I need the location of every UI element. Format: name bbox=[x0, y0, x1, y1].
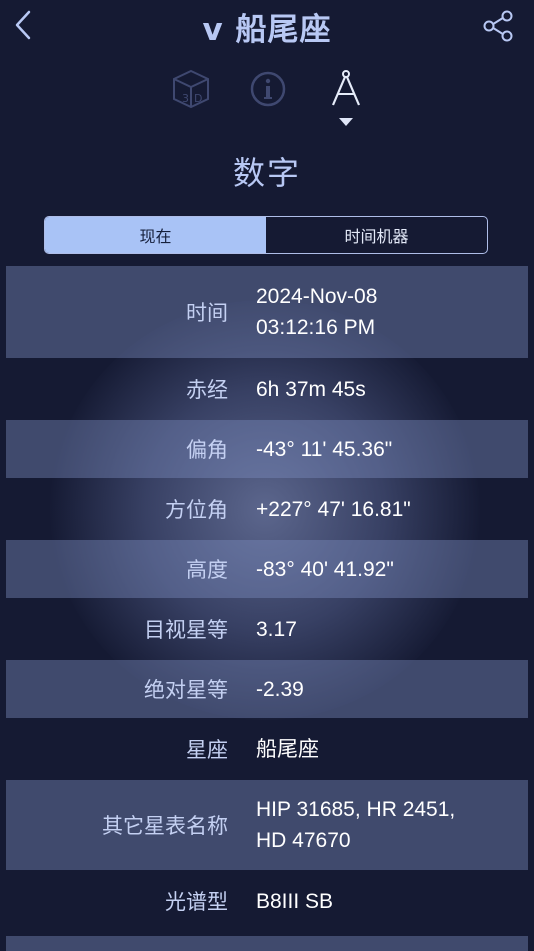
row-label: 目视星等 bbox=[144, 618, 228, 642]
row-value-line: 03:12:16 PM bbox=[256, 316, 376, 339]
row-value-line: 2024-Nov-08 bbox=[256, 285, 378, 308]
row-label: 偏角 bbox=[186, 438, 228, 462]
compass-icon bbox=[331, 70, 361, 106]
row-value: -43° 11' 45.36" bbox=[256, 434, 528, 465]
row-value: -2.39 bbox=[256, 674, 528, 705]
row-value-line: 船尾座 bbox=[256, 737, 319, 761]
header-bar: v 船尾座 bbox=[0, 0, 534, 52]
share-button[interactable] bbox=[480, 8, 516, 44]
row-value-line: 3.17 bbox=[256, 617, 297, 641]
row-value-line: +227° 47' 16.81" bbox=[256, 497, 411, 521]
row-value-line: 6h 37m 45s bbox=[256, 377, 366, 401]
row-value-line: HD 47670 bbox=[256, 829, 351, 852]
row-value-line: -2.39 bbox=[256, 677, 304, 701]
row-value: 船尾座 bbox=[256, 734, 528, 765]
row-label: 绝对星等 bbox=[144, 678, 228, 702]
mode-3d-button[interactable]: 3 D bbox=[168, 66, 214, 112]
row-label: 其它星表名称 bbox=[102, 814, 228, 838]
page-title: v 船尾座 bbox=[202, 12, 332, 48]
table-row: 高度 -83° 40' 41.92" bbox=[6, 540, 528, 598]
row-value-line: B8III SB bbox=[256, 889, 334, 913]
table-row: 方位角 +227° 47' 16.81" bbox=[6, 480, 528, 538]
table-row: 绝对星等 -2.39 bbox=[6, 660, 528, 718]
tab-now[interactable]: 现在 bbox=[45, 217, 266, 253]
time-mode-segmented-control: 现在 时间机器 bbox=[44, 216, 488, 254]
data-table: 时间 2024-Nov-08 03:12:16 PM 赤经 6h 37m 45s… bbox=[6, 266, 528, 930]
row-value: +227° 47' 16.81" bbox=[256, 494, 528, 525]
row-value: 3.17 bbox=[256, 614, 528, 645]
view-mode-bar: 3 D bbox=[0, 66, 534, 130]
row-label: 时间 bbox=[186, 301, 228, 325]
row-value-line: -83° 40' 41.92" bbox=[256, 557, 394, 581]
row-value-line: HIP 31685, HR 2451, bbox=[256, 798, 456, 821]
info-icon bbox=[250, 71, 286, 107]
row-value: HIP 31685, HR 2451, HD 47670 bbox=[256, 794, 528, 856]
table-row-partial bbox=[6, 936, 528, 951]
row-label: 高度 bbox=[186, 558, 228, 582]
section-title: 数字 bbox=[232, 154, 301, 192]
table-row: 目视星等 3.17 bbox=[6, 600, 528, 658]
table-row: 光谱型 B8III SB bbox=[6, 872, 528, 930]
row-value: 2024-Nov-08 03:12:16 PM bbox=[256, 281, 528, 343]
row-label: 光谱型 bbox=[165, 890, 228, 914]
tab-time-machine[interactable]: 时间机器 bbox=[266, 217, 487, 253]
row-value: B8III SB bbox=[256, 886, 528, 917]
table-row: 星座 船尾座 bbox=[6, 720, 528, 778]
row-value-line: -43° 11' 45.36" bbox=[256, 437, 393, 461]
mode-numbers-button[interactable] bbox=[323, 66, 369, 112]
share-icon bbox=[483, 10, 513, 42]
table-row: 其它星表名称 HIP 31685, HR 2451, HD 47670 bbox=[6, 780, 528, 870]
table-row: 赤经 6h 37m 45s bbox=[6, 360, 528, 418]
cube-3d-icon: 3 D bbox=[173, 69, 209, 109]
row-label: 赤经 bbox=[186, 378, 228, 402]
table-row: 偏角 -43° 11' 45.36" bbox=[6, 420, 528, 478]
table-row: 时间 2024-Nov-08 03:12:16 PM bbox=[6, 266, 528, 358]
svg-text:3: 3 bbox=[182, 92, 189, 105]
mode-info-button[interactable] bbox=[245, 66, 291, 112]
row-label: 方位角 bbox=[165, 498, 228, 522]
selected-mode-indicator bbox=[339, 118, 353, 126]
svg-text:D: D bbox=[194, 92, 202, 105]
row-value: 6h 37m 45s bbox=[256, 374, 528, 405]
row-value: -83° 40' 41.92" bbox=[256, 554, 528, 585]
row-label: 星座 bbox=[186, 738, 228, 762]
